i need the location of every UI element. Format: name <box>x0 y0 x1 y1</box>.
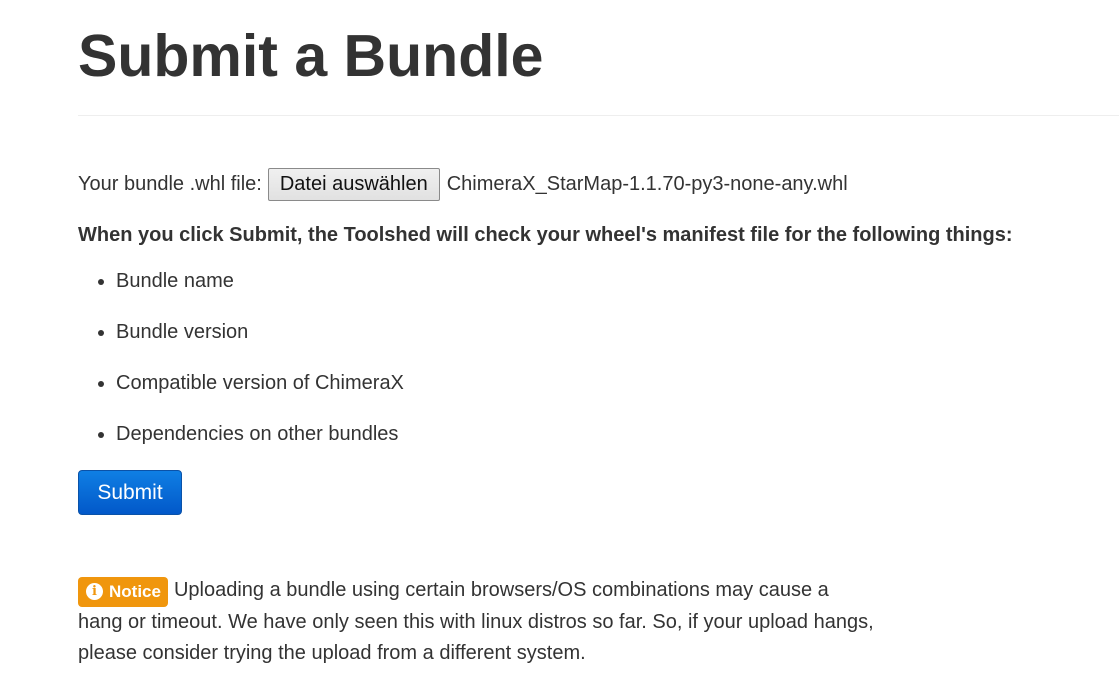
file-upload-label: Your bundle .whl file: <box>78 173 262 195</box>
title-divider <box>78 115 1119 116</box>
notice-badge: i Notice <box>78 576 168 607</box>
notice-text: Uploading a bundle using certain browser… <box>78 579 874 664</box>
selected-file-name: ChimeraX_StarMap-1.1.70-py3-none-any.whl <box>446 173 848 195</box>
list-item: Bundle name <box>116 266 404 317</box>
list-item: Dependencies on other bundles <box>116 419 404 470</box>
submit-button[interactable]: Submit <box>78 470 182 515</box>
info-icon: i <box>86 583 103 600</box>
page-title: Submit a Bundle <box>78 23 544 89</box>
notice-message: i Notice Uploading a bundle using certain … <box>78 575 878 669</box>
notice-badge-label: Notice <box>109 581 161 601</box>
manifest-check-heading: When you click Submit, the Toolshed will… <box>78 224 1013 246</box>
list-item: Compatible version of ChimeraX <box>116 368 404 419</box>
file-upload-row: Your bundle .whl file: Datei auswählen C… <box>78 168 848 201</box>
choose-file-button[interactable]: Datei auswählen <box>267 168 440 201</box>
submit-bundle-page: Submit a Bundle Your bundle .whl file: D… <box>0 0 1119 694</box>
list-item: Bundle version <box>116 317 404 368</box>
manifest-check-list: Bundle name Bundle version Compatible ve… <box>78 266 404 470</box>
